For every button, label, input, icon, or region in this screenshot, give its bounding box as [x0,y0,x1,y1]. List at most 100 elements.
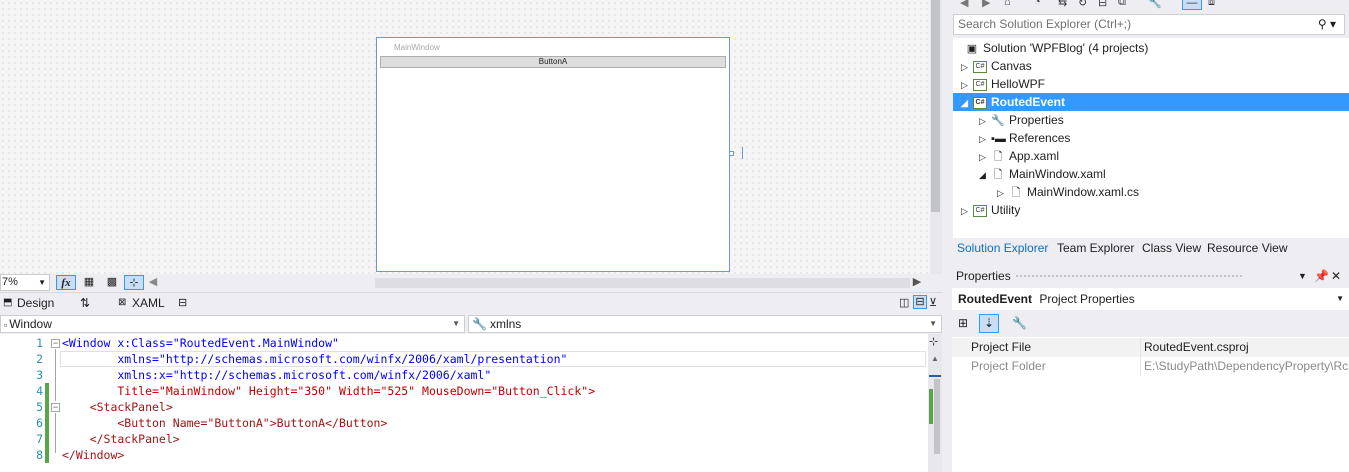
expand-arrow-icon[interactable]: ▷ [961,58,973,76]
property-row[interactable]: Project File RoutedEvent.csproj [952,338,1349,357]
snap-lines-icon[interactable]: ⊹ [124,275,144,290]
tab-xaml[interactable]: XAML [132,296,165,310]
pin-icon[interactable]: 📌 [1314,266,1329,286]
popout-xaml-icon[interactable]: ⊟ [178,296,187,309]
collapse-all-icon[interactable]: ⊟ [1098,0,1107,9]
expand-arrow-icon[interactable]: ▷ [979,148,991,166]
properties-object-selector[interactable]: RoutedEvent Project Properties ▼ [952,288,1349,310]
code-line[interactable]: </StackPanel> [62,431,180,447]
class-diagram-icon[interactable]: ⧈ [1208,0,1215,9]
tree-item-label: MainWindow.xaml [1009,167,1106,181]
split-editor-icon[interactable]: ⊹ [929,335,938,348]
collapse-arrow-icon[interactable]: ◢ [961,94,973,112]
designer-horizontal-scrollbar[interactable] [375,278,910,288]
forward-icon[interactable]: ▶ [982,0,990,9]
collapse-icon[interactable]: − [51,339,60,348]
expand-arrow-icon[interactable]: ▷ [961,76,973,94]
drag-grip[interactable] [1015,274,1243,279]
sync-icon[interactable]: ⇆ [1058,0,1067,9]
scroll-thumb[interactable] [931,0,940,212]
code-line[interactable]: Title="MainWindow" Height="350" Width="5… [62,383,595,399]
resize-grip[interactable] [742,147,743,159]
tab-team-explorer[interactable]: Team Explorer [1057,241,1134,255]
property-pages-icon[interactable]: 🔧 [1012,316,1027,330]
fx-button[interactable]: fx [56,275,76,290]
preview-selected-icon[interactable]: — [1182,0,1202,10]
solution-tree[interactable]: ▣ Solution 'WPFBlog' (4 projects) ▷ C# Canv… [953,38,1349,238]
tab-solution-explorer[interactable]: Solution Explorer [957,241,1048,255]
property-value[interactable]: RoutedEvent.csproj [1144,338,1249,357]
horizontal-split-icon[interactable]: ⊟ [913,295,927,309]
code-line[interactable]: <StackPanel> [62,399,173,415]
property-value[interactable]: E:\StudyPath\DependencyProperty\Rc [1144,357,1348,376]
element-dropdown[interactable]: ▫ Window ▼ [0,315,465,333]
change-marker [45,383,49,399]
wpf-window-preview[interactable]: MainWindow ButtonA [376,37,730,272]
scroll-left-icon[interactable]: ◀ [148,275,158,290]
tree-item-app-xaml[interactable]: ▷ 🗋 App.xaml [953,147,1349,165]
code-line[interactable]: xmlns="http://schemas.microsoft.com/winf… [62,351,567,367]
vertical-split-icon[interactable]: ◫ [899,296,909,309]
collapse-icon[interactable]: − [51,403,60,412]
tab-class-view[interactable]: Class View [1142,241,1201,255]
history-icon[interactable]: ◔ [1034,0,1041,8]
collapse-arrow-icon[interactable]: ◢ [979,166,991,184]
designer-vertical-scrollbar[interactable] [930,0,942,274]
search-icon[interactable]: ⚲ ▾ [1318,15,1336,34]
fold-guide [55,349,56,401]
expand-arrow-icon[interactable]: ▷ [979,112,991,130]
resize-handle[interactable] [729,151,734,156]
scroll-up-icon[interactable]: ▲ [931,354,939,363]
categorized-icon[interactable]: ⊞ [958,316,968,330]
member-dropdown[interactable]: 🔧 xmlns ▼ [468,315,942,333]
tree-item-hellowpf[interactable]: ▷ C# HelloWPF [953,75,1349,93]
snap-grid-icon[interactable]: ▩ [104,275,120,290]
alphabetical-icon[interactable]: ⇣ [979,314,999,333]
scroll-thumb[interactable] [934,379,940,454]
tree-item-routedevent[interactable]: ◢ C# RoutedEvent [953,93,1349,111]
tree-item-label: Canvas [991,59,1032,73]
window-position-icon[interactable]: ▼ [1298,266,1307,286]
solution-explorer-toolbar: ◀ ▶ ⌂ ◔ ⇆ ↻ ⊟ ⧉ 🔧 — ⧈ [952,0,1349,14]
tree-item-solution[interactable]: ▣ Solution 'WPFBlog' (4 projects) [953,39,1349,57]
design-surface[interactable]: MainWindow ButtonA [0,0,930,274]
refresh-icon[interactable]: ↻ [1078,0,1087,9]
scroll-right-icon[interactable]: ▶ [912,275,922,290]
tree-item-label: Utility [991,203,1021,217]
expand-arrow-icon[interactable]: ▷ [961,202,973,220]
show-all-files-icon[interactable]: ⧉ [1118,0,1126,9]
tab-resource-view[interactable]: Resource View [1207,241,1287,255]
tree-item-mainwindow-xaml[interactable]: ◢ 🗋 MainWindow.xaml [953,165,1349,183]
xaml-code-editor[interactable]: 1 2 3 4 5 6 7 8 − − <Window x:Class="Rou… [0,334,928,472]
tab-design[interactable]: Design [17,296,54,310]
close-icon[interactable]: ✕ [1331,266,1341,286]
change-marker [45,415,49,431]
tree-item-properties[interactable]: ▷ 🔧 Properties [953,111,1349,129]
tree-item-canvas[interactable]: ▷ C# Canvas [953,57,1349,75]
wrench-icon: 🔧 [472,317,487,331]
properties-icon[interactable]: 🔧 [1148,0,1162,9]
grid-icon[interactable]: ▦ [81,275,97,290]
pane-splitter[interactable] [942,0,952,472]
back-icon[interactable]: ◀ [960,0,968,9]
editor-vertical-scrollbar[interactable]: ⊹ ▲ [928,334,942,472]
code-line[interactable]: </Window> [62,447,124,463]
zoom-dropdown[interactable]: 7% ▼ [0,274,50,291]
csharp-project-icon: C# [973,78,987,91]
code-line[interactable]: xmlns:x="http://schemas.microsoft.com/wi… [62,367,491,383]
expand-arrow-icon[interactable]: ▷ [979,130,991,148]
collapse-pane-icon[interactable]: ⊻ [929,296,937,309]
xaml-navigation-bar: ▫ Window ▼ 🔧 xmlns ▼ [0,314,942,334]
solution-explorer-search[interactable]: Search Solution Explorer (Ctrl+;) ⚲ ▾ [953,14,1345,35]
code-line[interactable]: <Button Name="ButtonA">ButtonA</Button> [62,415,387,431]
swap-panes-button[interactable]: ⇅ [80,296,90,310]
expand-arrow-icon[interactable]: ▷ [997,184,1009,202]
tree-item-mainwindow-xaml-cs[interactable]: ▷ 🗋 MainWindow.xaml.cs [953,183,1349,201]
home-icon[interactable]: ⌂ [1004,0,1011,8]
code-line[interactable]: <Window x:Class="RoutedEvent.MainWindow" [62,335,339,351]
wpf-button-preview[interactable]: ButtonA [380,56,726,68]
tree-item-utility[interactable]: ▷ C# Utility [953,201,1349,219]
tree-item-references[interactable]: ▷ ▪▬ References [953,129,1349,147]
tree-item-label: App.xaml [1009,149,1060,163]
property-row[interactable]: Project Folder E:\StudyPath\DependencyPr… [952,357,1349,376]
